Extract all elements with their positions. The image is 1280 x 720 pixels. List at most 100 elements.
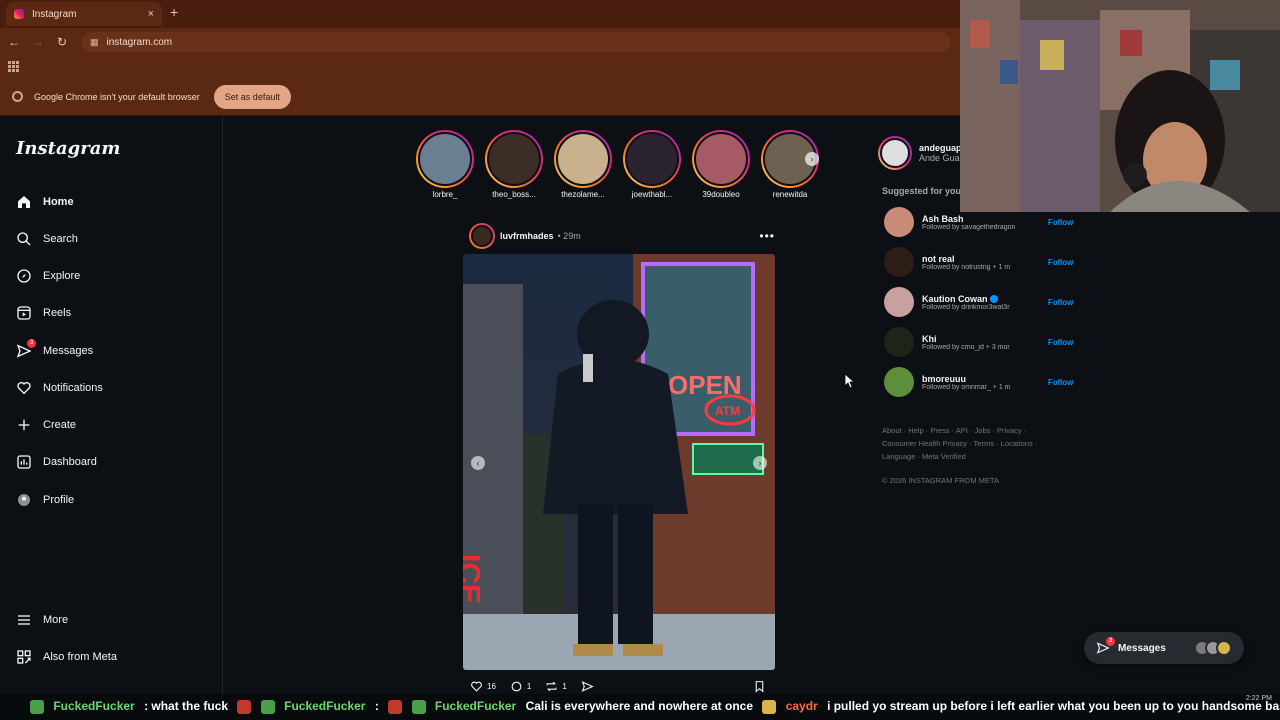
stories-next-icon[interactable]: › xyxy=(805,152,819,166)
story-item[interactable]: thezolame... xyxy=(553,130,613,199)
url-text: instagram.com xyxy=(106,36,173,48)
sidebar-item-label: Also from Meta xyxy=(43,651,117,663)
sidebar-item-notifications[interactable]: Notifications xyxy=(16,380,103,396)
sidebar-item-label: Reels xyxy=(43,307,72,319)
follow-button[interactable]: Follow xyxy=(1048,258,1073,267)
suggestion-followed-by: Followed by cmo_jd + 3 mor xyxy=(922,343,1010,351)
emote-icon xyxy=(30,699,44,714)
search-icon xyxy=(17,232,31,246)
repost-button[interactable]: 1 xyxy=(545,680,567,693)
suggestion-name[interactable]: Kaution Cowan xyxy=(922,294,1042,304)
carousel-next-icon[interactable]: › xyxy=(753,456,767,470)
suggestion-name[interactable]: not real xyxy=(922,254,1042,264)
webcam-overlay xyxy=(960,0,1280,212)
sidebar-item-home[interactable]: Home xyxy=(16,194,74,210)
chrome-icon xyxy=(12,91,23,102)
sidebar-item-label: Notifications xyxy=(43,382,103,394)
tab-close-icon[interactable]: × xyxy=(148,8,154,20)
suggestion-followed-by: Followed by savagethedragon xyxy=(922,223,1016,231)
sidebar-item-label: More xyxy=(43,614,69,626)
post-username[interactable]: luvfrmhades xyxy=(500,231,554,241)
avatar[interactable] xyxy=(884,287,914,317)
follow-button[interactable]: Follow xyxy=(1048,298,1073,307)
suggestion-followed-by: Followed by drinkmor3wat3r xyxy=(922,303,1010,311)
set-as-default-button[interactable]: Set as default xyxy=(213,84,291,109)
heart-icon xyxy=(17,382,31,395)
apps-grid-icon[interactable] xyxy=(8,61,19,72)
current-fullname: Ande Gua xyxy=(919,153,960,163)
webcam-feed xyxy=(960,0,1280,212)
story-item[interactable]: lorbre_ xyxy=(415,130,475,199)
sidebar-item-messages[interactable]: 3 Messages xyxy=(16,339,93,359)
story-item[interactable]: 39doubleo xyxy=(691,130,751,199)
comment-count: 1 xyxy=(526,681,532,691)
bookmark-icon xyxy=(755,680,764,693)
carousel-prev-icon[interactable]: ‹ xyxy=(471,456,485,470)
comment-button[interactable]: 1 xyxy=(510,680,531,693)
post-avatar-inner xyxy=(471,225,493,247)
current-user[interactable]: andeguap Ande Gua xyxy=(878,136,962,170)
site-info-icon[interactable]: ▦ xyxy=(90,37,99,48)
profile-icon xyxy=(18,494,30,506)
suggestion-row: Khi Followed by cmo_jd + 3 mor Follow xyxy=(884,326,1074,358)
suggestion-row: Kaution Cowan Followed by drinkmor3wat3r… xyxy=(884,286,1074,318)
messages-pill-badge: 3 xyxy=(1106,637,1115,646)
chat-message: : xyxy=(374,699,379,713)
back-arrow-icon[interactable]: ← xyxy=(2,35,26,49)
sidebar-item-also-from-meta[interactable]: Also from Meta xyxy=(16,649,117,665)
sidebar-item-dashboard[interactable]: Dashboard xyxy=(16,454,97,470)
more-options-icon[interactable]: ••• xyxy=(759,229,775,243)
share-button[interactable] xyxy=(581,680,598,693)
sidebar-item-more[interactable]: More xyxy=(16,612,68,628)
suggestion-name[interactable]: Ash Bash xyxy=(922,214,1042,224)
story-username: theo_boss... xyxy=(492,190,536,199)
sidebar-item-explore[interactable]: Explore xyxy=(16,268,80,284)
chat-message: Cali is everywhere and nowhere at once xyxy=(525,699,753,713)
dashboard-icon xyxy=(17,455,31,469)
atm-sign: ATM xyxy=(715,404,740,418)
address-bar[interactable]: ▦ instagram.com xyxy=(82,32,950,52)
compass-icon xyxy=(17,269,31,283)
footer-links[interactable]: About · Help · Press · API · Jobs · Priv… xyxy=(882,424,1052,463)
story-item[interactable]: theo_boss... xyxy=(484,130,544,199)
infobar-text: Google Chrome isn't your default browser xyxy=(34,91,200,102)
avatar[interactable] xyxy=(884,327,914,357)
avatar[interactable] xyxy=(884,207,914,237)
avatar[interactable] xyxy=(884,367,914,397)
suggestion-text: Ash Bash Followed by savagethedragon xyxy=(922,214,1042,231)
browser-tab-bar: Instagram × + xyxy=(0,0,960,28)
follow-button[interactable]: Follow xyxy=(1048,218,1073,227)
suggestion-followed-by: Followed by notrustng + 1 m xyxy=(922,263,1011,271)
follow-button[interactable]: Follow xyxy=(1048,338,1073,347)
forward-arrow-icon[interactable]: → xyxy=(26,35,50,49)
suggestion-name-text: Kaution Cowan xyxy=(922,293,988,304)
sidebar-item-create[interactable]: Create xyxy=(16,417,76,433)
suggestion-text: Khi Followed by cmo_jd + 3 mor xyxy=(922,334,1042,351)
sidebar-item-reels[interactable]: Reels xyxy=(16,305,71,321)
avatar-inner xyxy=(880,138,910,168)
story-item[interactable]: joewthabl... xyxy=(622,130,682,199)
avatar xyxy=(878,136,912,170)
chat-username: FuckedFucker xyxy=(434,699,517,713)
post-image[interactable]: OPEN ATM ICE ‹ › xyxy=(463,254,775,670)
reload-icon[interactable]: ↻ xyxy=(50,35,74,49)
save-button[interactable] xyxy=(753,680,770,693)
suggestion-name[interactable]: bmoreuuu xyxy=(922,374,1042,384)
chat-username: FuckedFucker xyxy=(53,699,135,713)
sidebar-item-profile[interactable]: Profile xyxy=(16,492,74,508)
new-tab-button[interactable]: + xyxy=(170,4,178,20)
avatar[interactable] xyxy=(884,247,914,277)
avatar xyxy=(627,134,677,184)
suggested-title: Suggested for you xyxy=(882,186,962,196)
default-browser-infobar: Google Chrome isn't your default browser… xyxy=(0,78,960,116)
browser-tab-instagram[interactable]: Instagram × xyxy=(6,2,162,26)
home-icon xyxy=(18,196,30,208)
like-button[interactable]: 16 xyxy=(470,680,496,693)
follow-button[interactable]: Follow xyxy=(1048,378,1073,387)
instagram-logo[interactable]: Instagram xyxy=(16,138,120,159)
messages-pill-label: Messages xyxy=(1118,642,1166,654)
suggestion-name[interactable]: Khi xyxy=(922,334,1042,344)
sidebar-item-search[interactable]: Search xyxy=(16,231,78,247)
messages-pill[interactable]: 3 Messages xyxy=(1084,632,1244,664)
post-avatar[interactable] xyxy=(469,223,495,249)
